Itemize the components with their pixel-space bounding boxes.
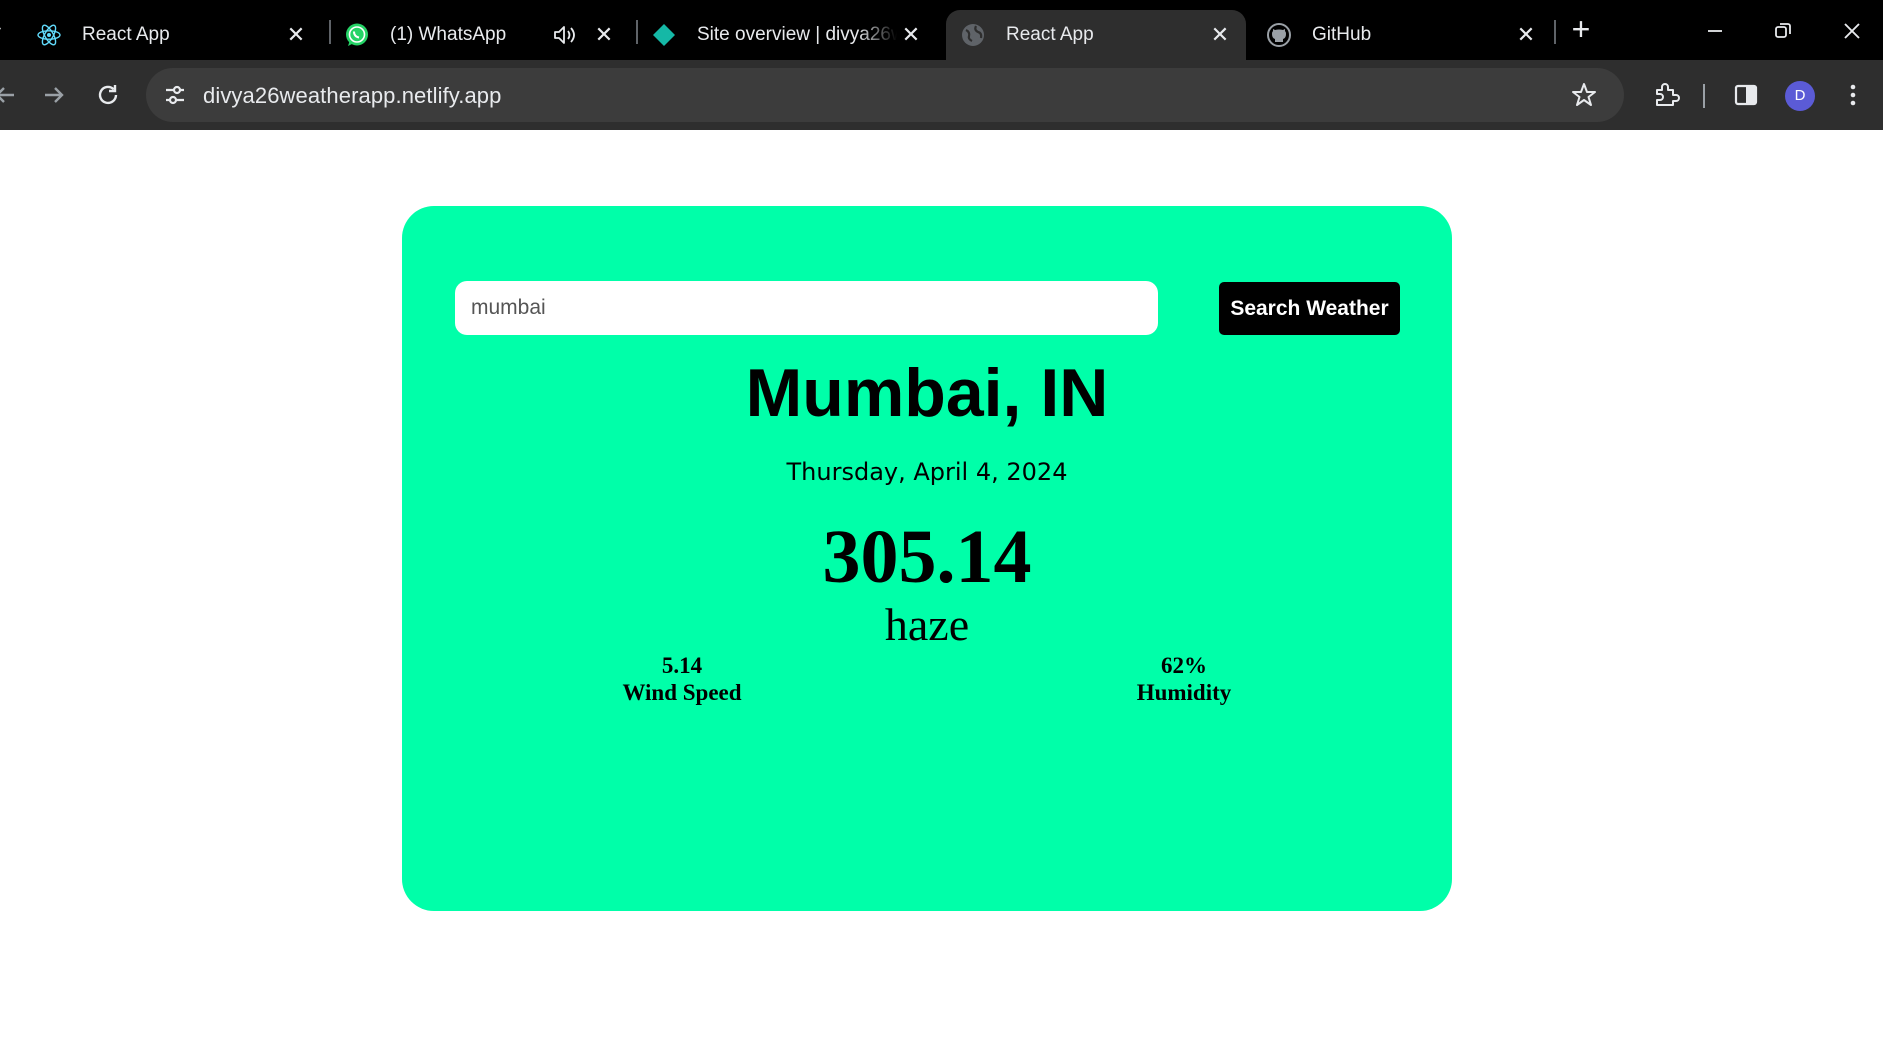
- site-settings-icon[interactable]: [160, 80, 190, 110]
- reload-icon[interactable]: [89, 76, 127, 114]
- tab-title: GitHub: [1312, 24, 1372, 45]
- speaker-icon[interactable]: [552, 23, 578, 47]
- new-tab-button[interactable]: +: [1564, 12, 1598, 46]
- react-icon: [36, 22, 62, 48]
- temperature-value: 305.14: [822, 515, 1032, 599]
- humidity-value: 62%: [1161, 653, 1207, 678]
- browser-toolbar: divya26weatherapp.netlify.app D: [0, 60, 1883, 130]
- minimize-icon[interactable]: [1698, 14, 1732, 48]
- netlify-icon: [651, 22, 677, 48]
- current-date: Thursday, April 4, 2024: [786, 458, 1068, 486]
- weather-description: haze: [884, 599, 970, 650]
- tab-react-app-1[interactable]: React App ✕: [22, 10, 322, 60]
- url-text[interactable]: divya26weatherapp.netlify.app: [203, 83, 501, 109]
- tab-close-button[interactable]: ✕: [1512, 21, 1540, 49]
- tab-react-app-active[interactable]: React App ✕: [946, 10, 1246, 60]
- extensions-icon[interactable]: [1647, 76, 1685, 114]
- humidity-label: Humidity: [1136, 680, 1232, 705]
- forward-arrow-icon[interactable]: [35, 76, 73, 114]
- tab-bar: ▾ React App ✕ (1) WhatsApp ✕ Site overvi…: [0, 0, 1883, 60]
- tab-close-button[interactable]: ✕: [282, 21, 310, 49]
- restore-icon[interactable]: [1766, 14, 1800, 48]
- wind-speed-value: 5.14: [661, 653, 703, 678]
- humidity-stat: 62% Humidity: [1084, 652, 1284, 706]
- tab-title: React App: [82, 24, 170, 45]
- back-arrow-icon[interactable]: [0, 76, 24, 114]
- address-bar[interactable]: divya26weatherapp.netlify.app: [146, 68, 1624, 122]
- whatsapp-icon: [344, 22, 370, 48]
- tab-title: React App: [1006, 24, 1094, 45]
- tab-close-button[interactable]: ✕: [1206, 21, 1234, 49]
- tab-whatsapp[interactable]: (1) WhatsApp ✕: [330, 10, 630, 60]
- tab-separator: [1554, 20, 1556, 44]
- side-panel-icon[interactable]: [1727, 76, 1765, 114]
- tab-close-button[interactable]: ✕: [897, 21, 925, 49]
- city-search-input[interactable]: [455, 281, 1158, 335]
- window-close-icon[interactable]: [1835, 14, 1869, 48]
- wind-speed-stat: 5.14 Wind Speed: [582, 652, 782, 706]
- tab-netlify-site-overview[interactable]: Site overview | divya26weatherapp ✕: [637, 10, 937, 60]
- wind-speed-label: Wind Speed: [622, 680, 742, 705]
- tab-title: Site overview | divya26weatherapp: [697, 24, 897, 45]
- more-menu-icon[interactable]: [1834, 76, 1872, 114]
- city-name: Mumbai, IN: [745, 355, 1109, 431]
- tab-close-button[interactable]: ✕: [590, 21, 618, 49]
- tab-github[interactable]: GitHub ✕: [1252, 10, 1552, 60]
- search-weather-button[interactable]: Search Weather: [1219, 282, 1400, 335]
- github-icon: [1266, 22, 1292, 48]
- tab-title: (1) WhatsApp: [390, 24, 507, 45]
- globe-icon: [960, 22, 986, 48]
- weather-card: Search Weather Mumbai, IN Thursday, Apri…: [402, 206, 1452, 911]
- profile-avatar[interactable]: D: [1785, 81, 1815, 111]
- toolbar-separator: [1703, 84, 1705, 108]
- bookmark-star-icon[interactable]: [1569, 80, 1599, 110]
- tab-search-dropdown[interactable]: ▾: [0, 22, 8, 42]
